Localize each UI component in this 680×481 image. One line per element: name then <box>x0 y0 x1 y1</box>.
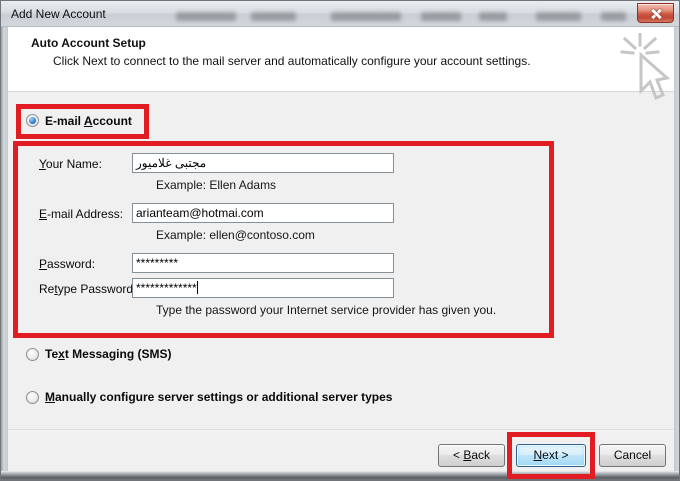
text-messaging-radio-label[interactable]: Text Messaging (SMS) <box>45 347 172 361</box>
window-title: Add New Account <box>11 7 106 21</box>
email-address-input[interactable]: arianteam@hotmai.com <box>132 203 394 223</box>
glass-artifact <box>536 12 581 21</box>
email-account-radio-label[interactable]: E-mail Account <box>45 114 132 128</box>
next-button[interactable]: Next > <box>516 444 586 467</box>
wizard-header: Auto Account Setup Click Next to connect… <box>8 27 674 100</box>
mouse-click-cursor-icon <box>620 33 671 100</box>
glass-artifact <box>176 12 236 21</box>
page-title: Auto Account Setup <box>31 36 146 50</box>
page-subtitle: Click Next to connect to the mail server… <box>53 54 531 68</box>
text-caret <box>196 281 198 294</box>
email-address-hint: Example: ellen@contoso.com <box>156 228 315 242</box>
back-button[interactable]: < Back <box>438 444 505 467</box>
add-new-account-dialog: Add New Account Auto Account Setup Click… <box>0 0 680 481</box>
your-name-hint: Example: Ellen Adams <box>156 178 277 192</box>
text-messaging-radio[interactable] <box>26 348 39 361</box>
email-address-label: E-mail Address: <box>39 207 124 221</box>
window-border-left <box>1 27 8 471</box>
retype-password-label: Retype Password: <box>39 282 137 296</box>
manual-configure-radio[interactable] <box>26 391 39 404</box>
your-name-input[interactable]: مجتبى غلاميور <box>132 153 394 173</box>
glass-artifact <box>251 12 296 21</box>
cancel-button[interactable]: Cancel <box>599 444 666 467</box>
password-hint: Type the password your Internet service … <box>156 303 497 317</box>
close-button[interactable] <box>637 3 674 23</box>
titlebar[interactable]: Add New Account <box>1 1 679 27</box>
glass-artifact <box>421 12 461 21</box>
glass-artifact <box>331 12 401 21</box>
window-border-bottom <box>1 471 679 480</box>
footer-divider <box>8 429 674 431</box>
password-label: Password: <box>39 257 96 271</box>
email-account-radio[interactable] <box>26 114 39 127</box>
password-input[interactable]: ********* <box>132 253 394 273</box>
glass-artifact <box>601 12 626 21</box>
glass-artifact <box>479 12 507 21</box>
your-name-label: Your Name: <box>39 157 102 171</box>
manual-configure-radio-label[interactable]: Manually configure server settings or ad… <box>45 390 392 404</box>
retype-password-input[interactable]: ************* <box>132 278 394 298</box>
